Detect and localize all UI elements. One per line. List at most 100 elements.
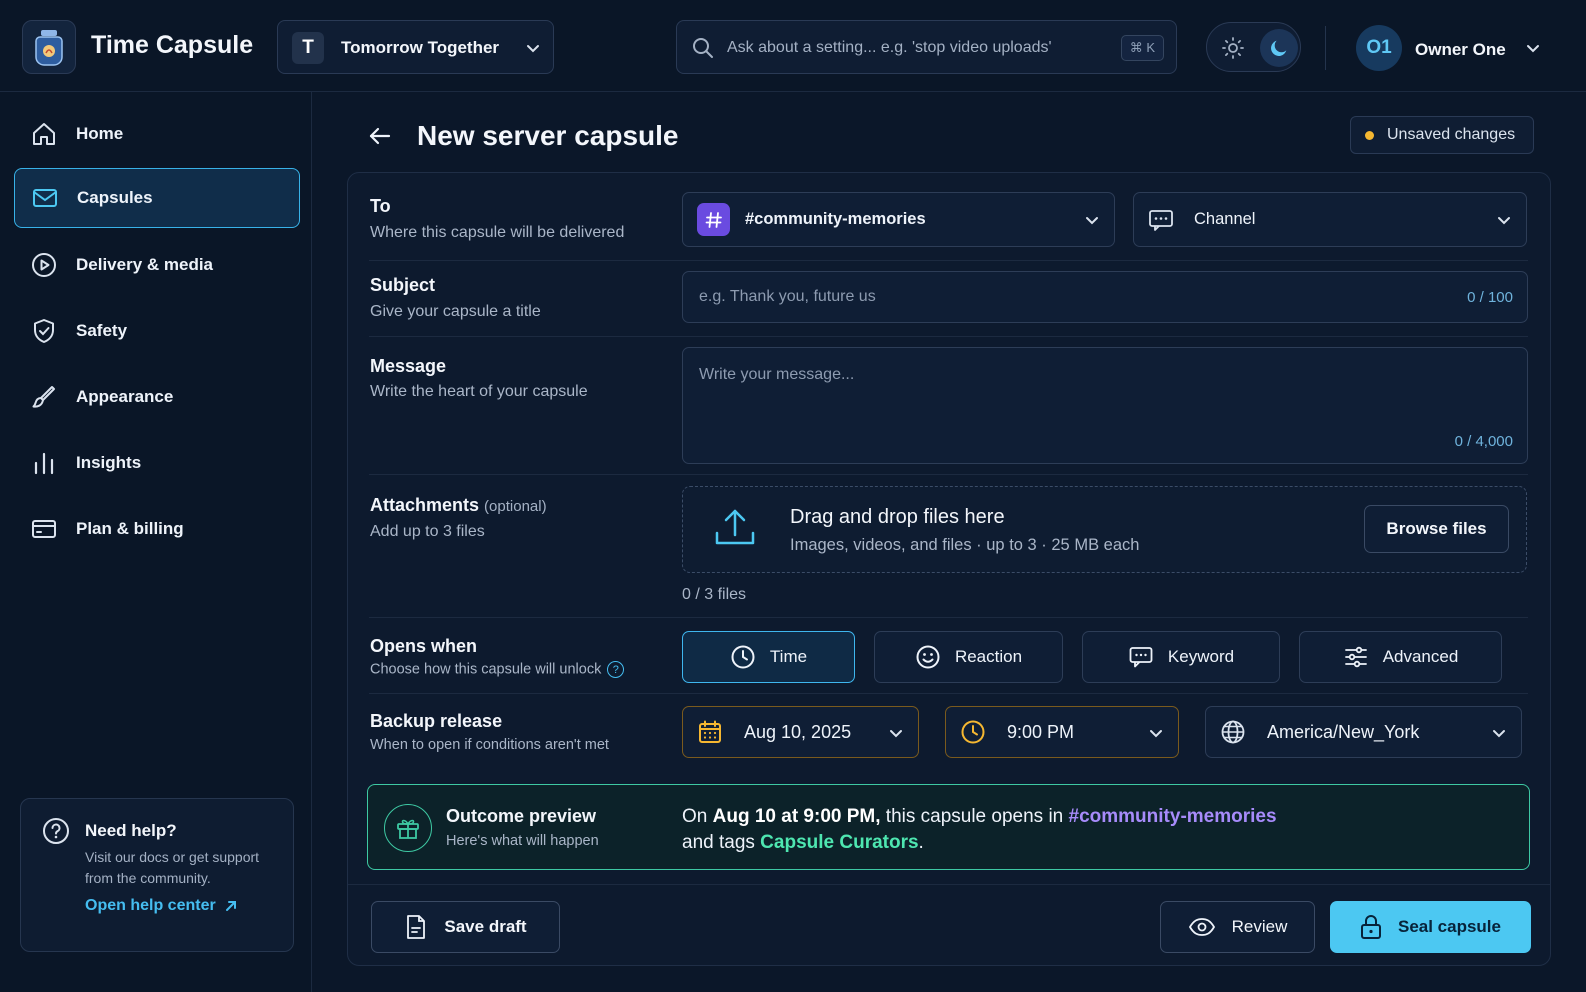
channel-select[interactable]: #community-memories xyxy=(682,192,1115,247)
backup-time-select[interactable]: 9:00 PM xyxy=(945,706,1179,758)
help-link-label: Open help center xyxy=(85,897,216,914)
trigger-keyword-option[interactable]: Keyword xyxy=(1082,631,1280,683)
hash-icon xyxy=(697,203,730,236)
preview-text-part: On xyxy=(682,806,713,827)
settings-search[interactable]: Ask about a setting... e.g. 'stop video … xyxy=(676,20,1177,74)
page-title: New server capsule xyxy=(417,120,679,151)
dropzone-title: Drag and drop files here xyxy=(790,506,1005,528)
to-label: To xyxy=(370,196,391,216)
backup-release-label: Backup release xyxy=(370,711,503,731)
chevron-down-icon xyxy=(1086,217,1098,225)
calendar-icon xyxy=(697,719,723,745)
backup-date-value: Aug 10, 2025 xyxy=(744,721,852,742)
backup-date-select[interactable]: Aug 10, 2025 xyxy=(682,706,919,758)
app-title: Time Capsule xyxy=(91,31,254,59)
sidebar-item-appearance[interactable]: Appearance xyxy=(14,367,300,427)
chat-bubble-icon xyxy=(1148,207,1174,233)
review-button[interactable]: Review xyxy=(1160,901,1315,953)
back-arrow-icon[interactable] xyxy=(367,123,393,149)
sidebar-item-safety[interactable]: Safety xyxy=(14,301,300,361)
backup-release-hint: When to open if conditions aren't met xyxy=(370,737,609,753)
subject-char-counter: 0 / 100 xyxy=(1467,289,1513,306)
timezone-select[interactable]: America/New_York xyxy=(1205,706,1522,758)
preview-text-part: . xyxy=(918,832,924,853)
timezone-value: America/New_York xyxy=(1267,721,1420,742)
sidebar-item-label: Plan & billing xyxy=(76,519,184,538)
preview-text-part: and tags xyxy=(682,832,761,853)
clock-icon xyxy=(731,645,755,669)
chevron-down-icon xyxy=(1150,730,1162,738)
sidebar-item-insights[interactable]: Insights xyxy=(14,433,300,493)
save-draft-button[interactable]: Save draft xyxy=(371,901,560,953)
sidebar-item-home[interactable]: Home xyxy=(14,104,300,164)
trigger-label: Advanced xyxy=(1382,647,1459,666)
play-circle-icon xyxy=(29,250,59,280)
clock-icon xyxy=(960,719,986,745)
to-hint: Where this capsule will be delivered xyxy=(370,224,625,241)
row-divider xyxy=(369,336,1528,337)
message-char-counter: 0 / 4,000 xyxy=(1454,433,1513,450)
chevron-down-icon xyxy=(527,45,539,53)
trigger-advanced-option[interactable]: Advanced xyxy=(1299,631,1502,683)
document-icon xyxy=(407,915,426,939)
files-counter: 0 / 3 files xyxy=(682,586,747,603)
theme-toggle[interactable] xyxy=(1206,22,1301,72)
seal-capsule-button[interactable]: Seal capsule xyxy=(1330,901,1531,953)
chevron-down-icon xyxy=(1493,730,1505,738)
preview-text-part: this capsule opens in xyxy=(880,806,1069,827)
sidebar: Home Capsules Delivery & media Safety Ap… xyxy=(0,92,312,992)
trigger-time-option[interactable]: Time xyxy=(682,631,855,683)
attachments-label-text: Attachments xyxy=(370,495,480,515)
trigger-label: Time xyxy=(769,647,808,666)
save-draft-label: Save draft xyxy=(444,917,527,936)
preview-summary: On Aug 10 at 9:00 PM, this capsule opens… xyxy=(682,804,1522,856)
user-avatar[interactable]: O1 xyxy=(1356,25,1402,71)
file-dropzone[interactable]: Drag and drop files here Images, videos,… xyxy=(682,486,1527,573)
upload-icon xyxy=(715,509,755,545)
footer-divider xyxy=(348,884,1550,885)
unsaved-status-badge: Unsaved changes xyxy=(1350,116,1534,154)
workspace-switcher[interactable]: T Tomorrow Together xyxy=(277,20,554,74)
destination-type-select[interactable]: Channel xyxy=(1133,192,1527,247)
external-link-icon xyxy=(225,901,236,911)
preview-channel: #community-memories xyxy=(1068,806,1277,827)
sun-icon[interactable] xyxy=(1221,36,1245,60)
sidebar-item-plan-billing[interactable]: Plan & billing xyxy=(14,499,300,559)
sidebar-item-label: Home xyxy=(76,124,124,143)
home-icon xyxy=(29,119,59,149)
sidebar-item-label: Delivery & media xyxy=(76,255,214,274)
shield-check-icon xyxy=(29,316,59,346)
workspace-name: Tomorrow Together xyxy=(341,38,500,57)
message-textarea[interactable]: Write your message... 0 / 4,000 xyxy=(682,347,1528,464)
dropzone-subtitle: Images, videos, and files · up to 3 · 25… xyxy=(790,536,1140,554)
trigger-reaction-option[interactable]: Reaction xyxy=(874,631,1063,683)
help-circle-icon xyxy=(43,818,69,844)
workspace-avatar: T xyxy=(292,32,324,64)
message-hint: Write the heart of your capsule xyxy=(370,383,588,400)
optional-tag: (optional) xyxy=(484,498,547,515)
help-title: Need help? xyxy=(85,821,177,840)
top-bar: Time Capsule T Tomorrow Together Ask abo… xyxy=(0,0,1586,92)
destination-type-value: Channel xyxy=(1194,210,1256,228)
sidebar-item-capsules[interactable]: Capsules xyxy=(14,168,300,228)
channel-value: #community-memories xyxy=(745,210,926,228)
help-body: Visit our docs or get support from the c… xyxy=(85,849,260,886)
topbar-divider xyxy=(1325,26,1326,70)
open-help-center-link[interactable]: Open help center xyxy=(85,897,238,915)
chevron-down-icon[interactable] xyxy=(1525,40,1541,56)
user-name[interactable]: Owner One xyxy=(1415,40,1506,60)
trigger-label: Keyword xyxy=(1167,647,1235,666)
subject-hint: Give your capsule a title xyxy=(370,303,541,320)
search-input[interactable]: Ask about a setting... e.g. 'stop video … xyxy=(727,39,1052,57)
sliders-icon xyxy=(1344,646,1367,668)
subject-placeholder: e.g. Thank you, future us xyxy=(699,288,876,305)
chevron-down-icon xyxy=(1498,217,1510,225)
credit-card-icon xyxy=(29,514,59,544)
browse-files-button[interactable]: Browse files xyxy=(1364,505,1509,553)
app-logo[interactable] xyxy=(22,20,76,74)
sidebar-item-delivery-media[interactable]: Delivery & media xyxy=(14,235,300,295)
dark-mode-toggle[interactable] xyxy=(1260,29,1298,67)
help-question-icon[interactable]: ? xyxy=(607,661,625,678)
opens-when-hint: Choose how this capsule will unlock? xyxy=(370,661,625,678)
subject-input[interactable]: e.g. Thank you, future us 0 / 100 xyxy=(682,271,1528,323)
